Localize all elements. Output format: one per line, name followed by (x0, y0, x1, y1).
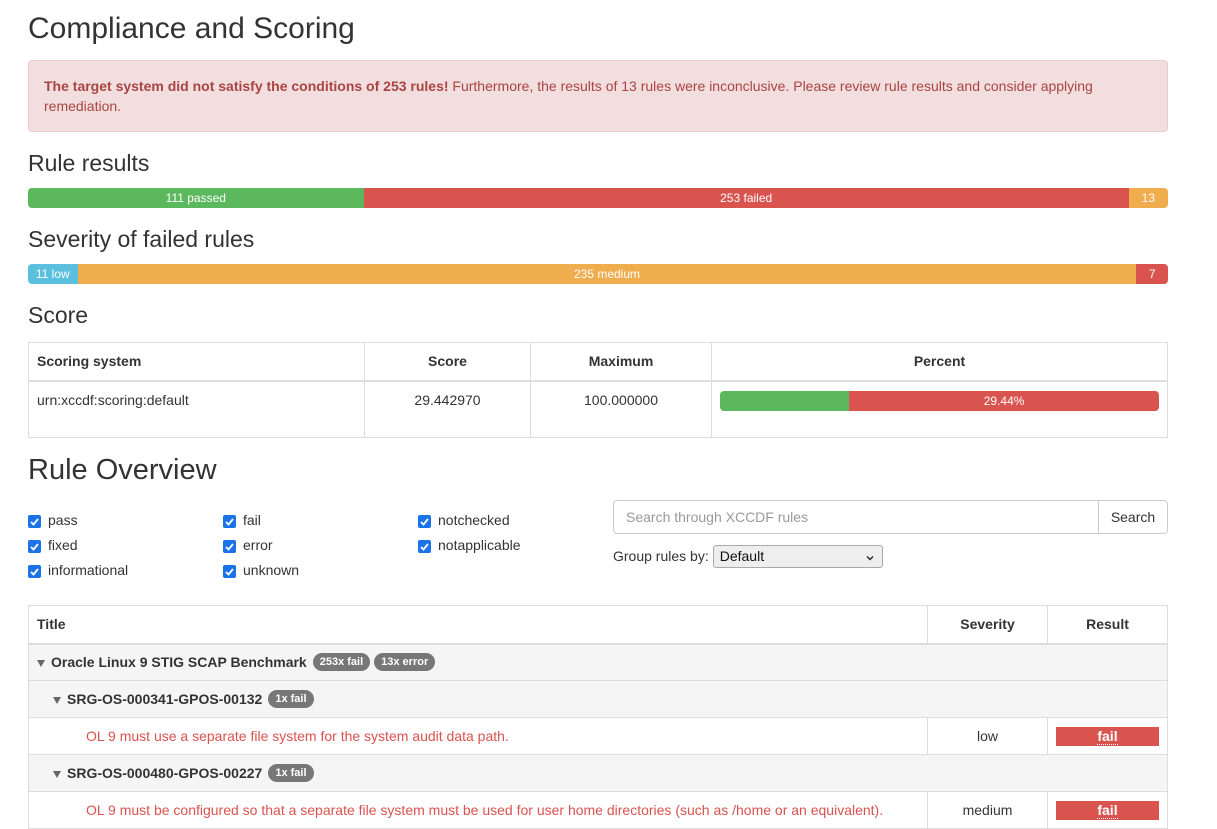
checkbox-checked-icon[interactable] (223, 515, 236, 528)
search-input[interactable] (613, 500, 1099, 534)
header-title: Title (27, 605, 929, 645)
group-title: SRG-OS-000341-GPOS-00132 (67, 691, 263, 707)
filter-informational[interactable]: informational (28, 560, 128, 580)
percent-bar: 29.44% (720, 390, 1159, 411)
filter-fail[interactable]: fail (223, 510, 261, 530)
group-by-select[interactable]: Default (712, 544, 883, 570)
scoring-system-value: urn:xccdf:scoring:default (28, 380, 365, 438)
filter-label: fixed (48, 537, 78, 553)
fail-count-badge: 1x fail (268, 690, 314, 708)
filter-label: pass (48, 512, 78, 528)
rule-result-cell: fail (1046, 791, 1169, 829)
filter-notapplicable[interactable]: notapplicable (418, 535, 521, 555)
filter-label: unknown (243, 562, 300, 578)
percent-label-segment: 29.44% (849, 390, 1159, 411)
expand-triangle-icon[interactable] (37, 660, 45, 668)
benchmark-group-cell: Oracle Linux 9 STIG SCAP Benchmark 253x … (28, 643, 1168, 681)
filter-label: informational (48, 562, 129, 578)
expand-triangle-icon[interactable] (53, 697, 61, 704)
group-title: SRG-OS-000480-GPOS-00227 (67, 765, 263, 781)
expand-triangle-icon[interactable] (53, 771, 61, 778)
rule-severity: low (927, 717, 1048, 755)
group-row[interactable]: SRG-OS-000341-GPOS-00132 1x fail (28, 680, 1168, 718)
score-title: Score (28, 302, 89, 328)
fail-result-badge[interactable]: fail (1055, 800, 1159, 820)
maximum-value: 100.000000 (530, 380, 712, 438)
header-severity: Severity (927, 605, 1048, 645)
group-row[interactable]: SRG-OS-000480-GPOS-00227 1x fail (28, 754, 1168, 792)
rule-severity: medium (927, 791, 1048, 829)
chevron-down-icon (865, 549, 875, 570)
result-text: fail (1097, 727, 1118, 745)
checkbox-checked-icon[interactable] (28, 565, 41, 578)
header-result: Result (1046, 605, 1169, 645)
rule-title-link[interactable]: OL 9 must use a separate file system for… (27, 717, 929, 755)
rule-result-cell: fail (1046, 717, 1169, 755)
result-filters: pass fixed informational fail error unkn… (28, 508, 618, 588)
score-table: Scoring system Score Maximum Percent urn… (28, 342, 1168, 438)
search-group: Search (613, 500, 1168, 534)
filter-fixed[interactable]: fixed (28, 535, 78, 555)
header-score: Score (364, 342, 531, 382)
rule-results-bar: 111 passed 253 failed 13 (28, 188, 1168, 208)
score-header-row: Scoring system Score Maximum Percent (28, 342, 1168, 382)
severity-title: Severity of failed rules (28, 226, 255, 252)
rules-table: Title Severity Result Oracle Linux 9 STI… (27, 605, 1169, 829)
fail-count-badge: 253x fail (312, 653, 371, 672)
alert-strong-text: The target system did not satisfy the co… (44, 78, 449, 94)
filter-label: notchecked (438, 512, 510, 528)
benchmark-group-row[interactable]: Oracle Linux 9 STIG SCAP Benchmark 253x … (28, 643, 1168, 681)
filter-error[interactable]: error (223, 535, 273, 555)
score-value: 29.442970 (364, 380, 531, 438)
low-segment: 11 low (28, 264, 78, 284)
rule-row[interactable]: OL 9 must use a separate file system for… (27, 717, 1169, 755)
score-row: urn:xccdf:scoring:default 29.442970 100.… (28, 380, 1168, 438)
group-cell: SRG-OS-000341-GPOS-00132 1x fail (28, 680, 1168, 718)
checkbox-checked-icon[interactable] (223, 540, 236, 553)
compliance-title: Compliance and Scoring (28, 12, 355, 45)
checkbox-checked-icon[interactable] (418, 540, 431, 553)
checkbox-checked-icon[interactable] (28, 515, 41, 528)
rule-results-title: Rule results (28, 150, 150, 176)
group-by-label: Group rules by: (613, 548, 709, 564)
checkbox-checked-icon[interactable] (418, 515, 431, 528)
header-scoring-system: Scoring system (28, 342, 365, 382)
severity-bar: 11 low 235 medium 7 (28, 264, 1168, 284)
rule-row[interactable]: OL 9 must be configured so that a separa… (27, 791, 1169, 829)
filter-unknown[interactable]: unknown (223, 560, 299, 580)
filter-notchecked[interactable]: notchecked (418, 510, 510, 530)
fail-result-badge[interactable]: fail (1055, 726, 1159, 746)
rules-header-row: Title Severity Result (27, 605, 1169, 645)
checkbox-checked-icon[interactable] (28, 540, 41, 553)
failed-segment: 253 failed (363, 188, 1129, 208)
filter-pass[interactable]: pass (28, 510, 78, 530)
fail-count-badge: 1x fail (268, 764, 314, 782)
compliance-alert: The target system did not satisfy the co… (28, 60, 1168, 132)
medium-segment: 235 medium (77, 264, 1137, 284)
filter-label: notapplicable (438, 537, 521, 553)
header-maximum: Maximum (530, 342, 712, 382)
benchmark-title: Oracle Linux 9 STIG SCAP Benchmark (51, 654, 307, 671)
checkbox-checked-icon[interactable] (223, 565, 236, 578)
group-by-value: Default (719, 547, 765, 564)
result-text: fail (1097, 801, 1118, 819)
group-cell: SRG-OS-000480-GPOS-00227 1x fail (28, 754, 1168, 792)
search-button[interactable]: Search (1099, 500, 1168, 534)
other-segment: 13 (1128, 188, 1168, 208)
group-by: Group rules by: Default (613, 544, 883, 568)
rule-title-link[interactable]: OL 9 must be configured so that a separa… (27, 791, 929, 829)
high-segment: 7 (1136, 264, 1168, 284)
report-page: Compliance and Scoring The target system… (0, 0, 1217, 829)
rule-overview-title: Rule Overview (28, 454, 217, 486)
header-percent: Percent (711, 342, 1168, 382)
percent-cell: 29.44% (711, 380, 1168, 438)
passed-segment: 111 passed (28, 188, 364, 208)
percent-achieved-segment (720, 390, 850, 411)
error-count-badge: 13x error (374, 653, 436, 672)
filter-label: fail (243, 512, 261, 528)
filter-label: error (243, 537, 273, 553)
